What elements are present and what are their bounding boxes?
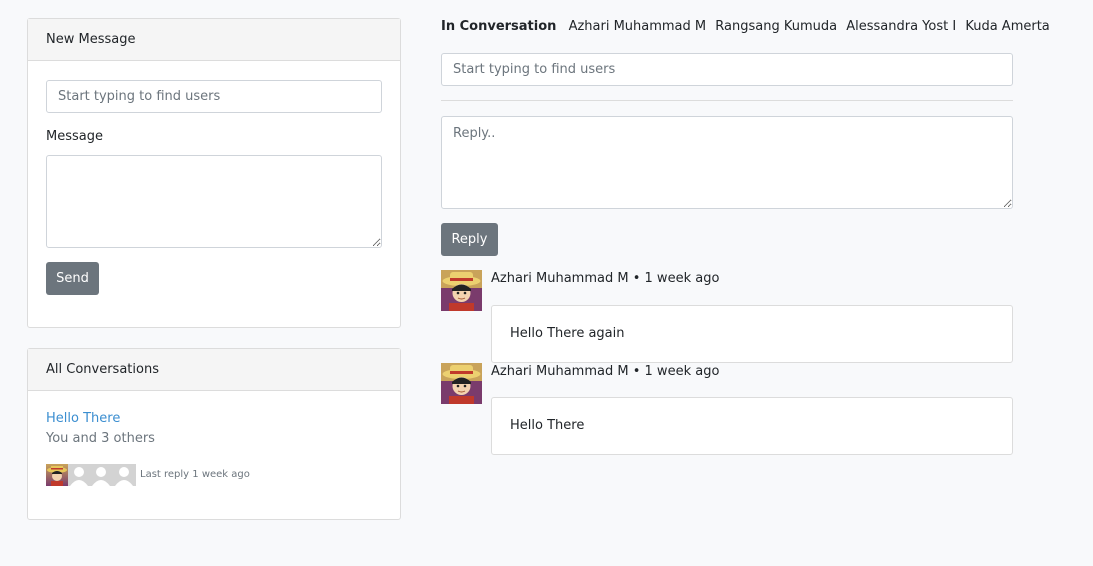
conversation-participants-summary: You and 3 others — [46, 431, 155, 446]
all-conversations-header: All Conversations — [28, 349, 400, 391]
conversation-participants: In Conversation Azhari Muhammad M Rangsa… — [441, 19, 1055, 34]
last-reply-text: Last reply 1 week ago — [140, 469, 250, 480]
recipient-search-input[interactable] — [46, 80, 382, 113]
message-meta: Azhari Muhammad M • 1 week ago — [491, 364, 719, 379]
participant-avatar-placeholder — [90, 464, 112, 486]
add-participant-input[interactable] — [441, 53, 1013, 86]
message-avatar — [441, 270, 482, 311]
user-silhouette-icon — [115, 467, 133, 486]
message-author: Azhari Muhammad M — [491, 364, 629, 379]
reply-button[interactable]: Reply — [441, 223, 498, 256]
message-separator: • — [632, 364, 641, 379]
message-text: Hello There again — [510, 326, 625, 341]
in-conversation-label: In Conversation — [441, 19, 557, 34]
message-body: Hello There again — [491, 305, 1013, 363]
message-author: Azhari Muhammad M — [491, 271, 629, 286]
conversation-subject-link[interactable]: Hello There — [46, 411, 120, 426]
message-text: Hello There — [510, 418, 585, 433]
participant-name[interactable]: Azhari Muhammad M — [569, 19, 707, 34]
divider — [441, 100, 1013, 101]
reply-textarea[interactable] — [441, 116, 1013, 209]
message-body: Hello There — [491, 397, 1013, 455]
user-silhouette-icon — [70, 467, 88, 486]
send-button[interactable]: Send — [46, 262, 99, 295]
message-label: Message — [46, 129, 103, 144]
participant-name[interactable]: Alessandra Yost I — [846, 19, 956, 34]
luffy-avatar-icon — [441, 270, 482, 311]
user-silhouette-icon — [92, 467, 110, 486]
participant-avatar-placeholder — [112, 464, 136, 486]
message-meta: Azhari Muhammad M • 1 week ago — [491, 271, 719, 286]
message-time: 1 week ago — [644, 271, 720, 286]
participant-name[interactable]: Rangsang Kumuda — [715, 19, 837, 34]
participant-avatar-placeholder — [68, 464, 90, 486]
new-message-header: New Message — [28, 19, 400, 61]
message-avatar — [441, 363, 482, 404]
message-time: 1 week ago — [644, 364, 720, 379]
participant-avatar — [46, 464, 68, 486]
message-separator: • — [632, 271, 641, 286]
luffy-avatar-icon — [441, 363, 482, 404]
message-textarea[interactable] — [46, 155, 382, 248]
participant-name[interactable]: Kuda Amerta — [965, 19, 1049, 34]
luffy-avatar-icon — [47, 466, 67, 486]
